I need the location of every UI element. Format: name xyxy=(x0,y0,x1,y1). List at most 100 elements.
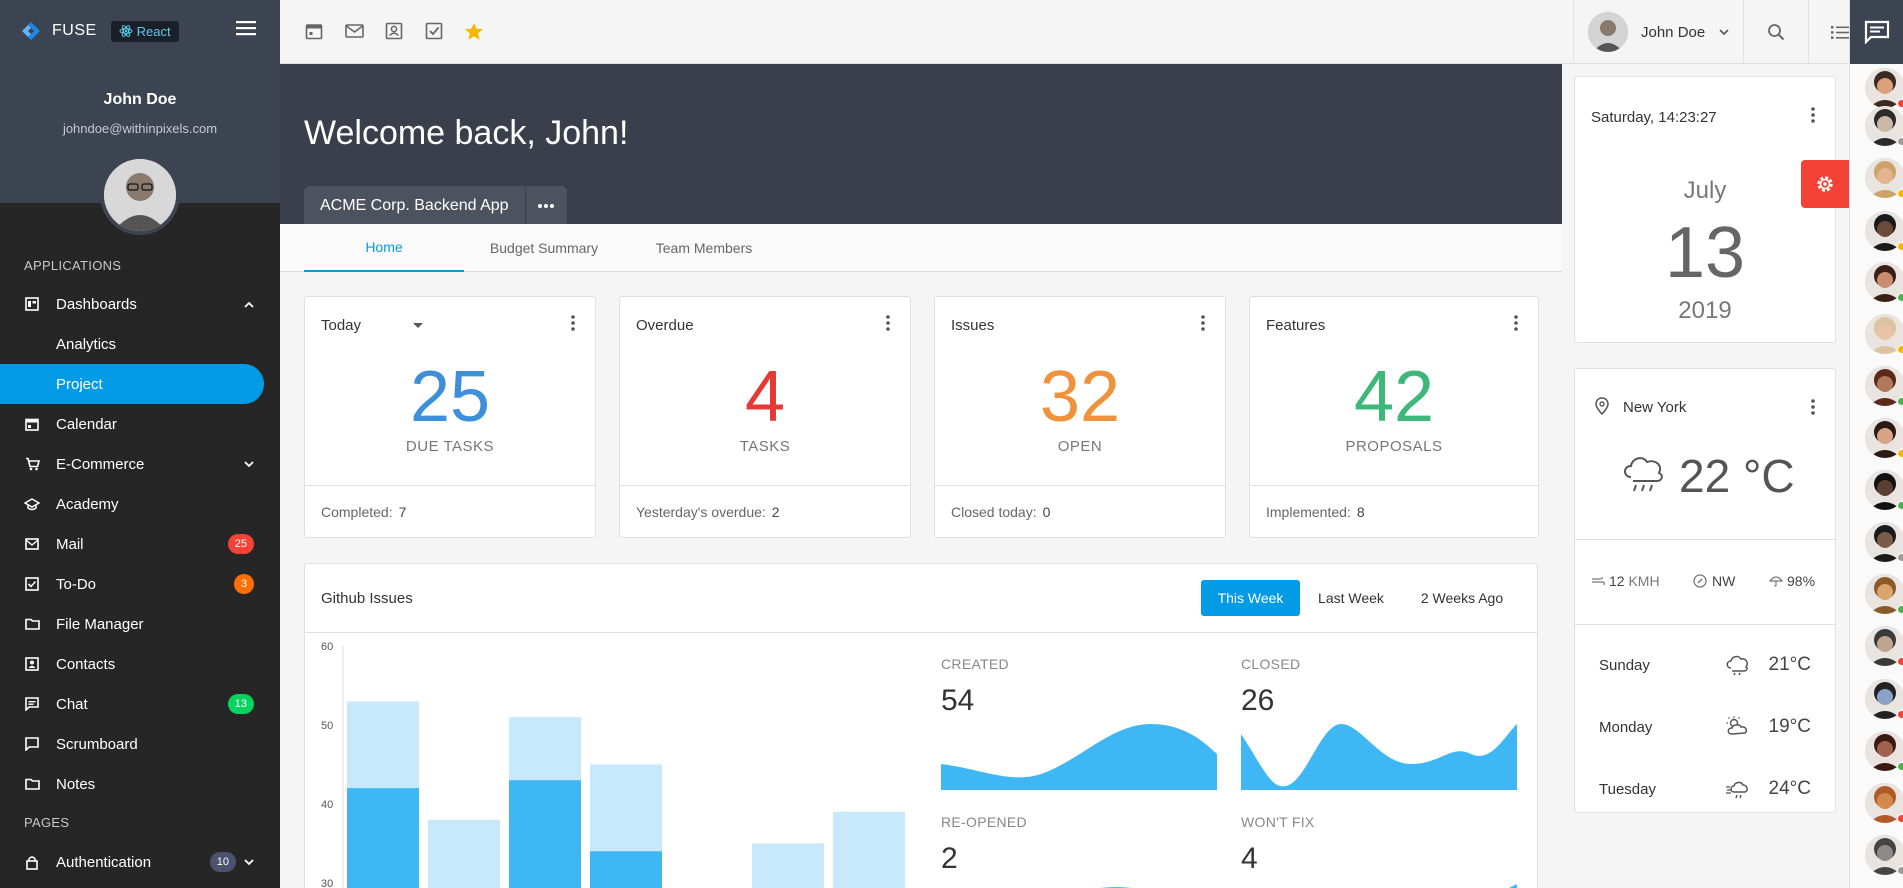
widget-issues: Issues 32 OPEN Closed today: 0 xyxy=(934,296,1226,538)
contacts-shortcut[interactable] xyxy=(385,22,403,40)
sidebar-avatar xyxy=(100,155,180,235)
auth-count-badge: 10 xyxy=(209,852,236,872)
more-vertical-icon xyxy=(886,315,890,331)
nav-project[interactable]: Project xyxy=(0,364,264,404)
nav-analytics-label: Analytics xyxy=(56,335,117,353)
status-dot xyxy=(1897,866,1903,875)
nav-calendar[interactable]: Calendar xyxy=(0,404,264,444)
calendar-icon xyxy=(305,24,323,40)
date-year: 2019 xyxy=(1678,297,1732,324)
footer-value: 7 xyxy=(398,503,407,520)
forecast-temp: 21°C xyxy=(1768,654,1811,675)
tab-team-members[interactable]: Team Members xyxy=(624,224,784,272)
footer-label: Yesterday's overdue: xyxy=(636,503,766,520)
project-more-button[interactable] xyxy=(524,186,567,226)
forecast-sunday: Sunday 21°C xyxy=(1599,645,1811,685)
nav-scrumboard[interactable]: Scrumboard xyxy=(0,724,264,764)
y-tick-label: 60 xyxy=(321,641,333,653)
project-selector[interactable]: ACME Corp. Backend App xyxy=(304,186,567,226)
folder-icon xyxy=(24,616,40,632)
status-dot xyxy=(1897,242,1903,251)
nav-mail[interactable]: Mail 25 xyxy=(0,524,264,564)
y-tick-label: 50 xyxy=(321,720,333,732)
note-icon xyxy=(24,776,40,792)
search-button[interactable] xyxy=(1743,0,1808,64)
weather-widget-menu[interactable] xyxy=(1811,399,1815,415)
nav-ecommerce[interactable]: E-Commerce xyxy=(0,444,264,484)
welcome-title: Welcome back, John! xyxy=(304,114,629,152)
stat-created-value: 54 xyxy=(941,684,975,717)
nav-file-manager[interactable]: File Manager xyxy=(0,604,264,644)
status-dot xyxy=(1897,449,1903,458)
nav-academy[interactable]: Academy xyxy=(0,484,264,524)
widget-features-menu[interactable] xyxy=(1514,315,1518,331)
tab-home[interactable]: Home xyxy=(304,224,464,272)
nav-todo-label: To-Do xyxy=(56,575,97,593)
stat-wontfix-value: 4 xyxy=(1241,842,1258,875)
status-dot xyxy=(1897,710,1903,719)
favorites-button[interactable] xyxy=(464,22,484,41)
widget-features-title: Features xyxy=(1266,317,1326,334)
stat-created-label: CREATED xyxy=(941,656,1009,672)
user-menu-button[interactable]: John Doe xyxy=(1573,0,1743,64)
calendar-shortcut[interactable] xyxy=(305,22,323,40)
nav-ecommerce-label: E-Commerce xyxy=(56,455,145,473)
menu-toggle-button[interactable] xyxy=(236,20,256,36)
range-2-weeks-ago-button[interactable]: 2 Weeks Ago xyxy=(1402,580,1522,616)
nav-analytics[interactable]: Analytics xyxy=(0,324,264,364)
status-dot xyxy=(1897,605,1903,614)
widget-today-menu[interactable] xyxy=(571,315,575,331)
chat-toggle-button[interactable] xyxy=(1850,0,1903,64)
bar-closed xyxy=(347,788,419,888)
todo-shortcut[interactable] xyxy=(425,22,443,40)
footer-value: 8 xyxy=(1356,503,1365,520)
sidebar: FUSE React John Doe johndoe@withinpixels… xyxy=(0,0,280,888)
nav-notes[interactable]: Notes xyxy=(0,764,264,804)
range-last-week-button[interactable]: Last Week xyxy=(1308,580,1394,616)
checkbox-icon xyxy=(425,22,443,40)
status-dot xyxy=(1897,501,1903,510)
wind-unit: KMH xyxy=(1628,573,1660,589)
date-widget-menu[interactable] xyxy=(1811,107,1815,123)
more-vertical-icon xyxy=(1811,399,1815,415)
nav-todo[interactable]: To-Do 3 xyxy=(0,564,264,604)
tab-budget-summary[interactable]: Budget Summary xyxy=(464,224,624,272)
nav-chat[interactable]: Chat 13 xyxy=(0,684,264,724)
section-pages: PAGES xyxy=(24,815,70,830)
widget-issues-menu[interactable] xyxy=(1201,315,1205,331)
chat-icon xyxy=(1864,20,1890,44)
widget-overdue-menu[interactable] xyxy=(886,315,890,331)
nav-authentication-label: Authentication xyxy=(56,853,152,871)
mail-shortcut[interactable] xyxy=(345,22,364,40)
widget-today-select[interactable]: Today xyxy=(321,317,424,334)
weather-city: New York xyxy=(1623,399,1687,416)
chat-icon xyxy=(24,696,40,712)
nav-contacts-label: Contacts xyxy=(56,655,116,673)
settings-button[interactable] xyxy=(1801,160,1849,208)
forecast-temp: 19°C xyxy=(1768,716,1811,737)
logo: FUSE React xyxy=(20,20,179,42)
widget-overdue-value: 4 xyxy=(744,357,786,437)
more-vertical-icon xyxy=(571,315,575,331)
date-month: July xyxy=(1683,177,1727,204)
react-badge-label: React xyxy=(136,23,171,39)
range-this-week-button[interactable]: This Week xyxy=(1201,580,1300,616)
hamburger-icon xyxy=(236,21,256,36)
widget-today-title: Today xyxy=(321,317,362,334)
person-avatar-icon xyxy=(1588,12,1628,52)
bar-total xyxy=(428,819,500,888)
chevron-down-icon xyxy=(244,858,254,865)
humidity: 98% xyxy=(1769,573,1815,589)
weather-widget: New York 22 °C 12 KMH NW 98% Sunday 21°C… xyxy=(1574,368,1836,813)
nav-dashboards-label: Dashboards xyxy=(56,295,137,313)
forecast-monday: Monday 19°C xyxy=(1599,707,1811,747)
sidebar-user-name: John Doe xyxy=(103,91,177,108)
stat-wontfix: WON'T FIX 4 xyxy=(1241,814,1531,876)
widget-features: Features 42 PROPOSALS Implemented: 8 xyxy=(1249,296,1539,538)
nav-authentication[interactable]: Authentication 10 xyxy=(0,842,264,882)
nav-dashboards[interactable]: Dashboards xyxy=(0,284,264,324)
nav-contacts[interactable]: Contacts xyxy=(0,644,264,684)
brand-name: FUSE xyxy=(52,22,97,39)
wind-icon xyxy=(1592,576,1605,586)
calendar-icon xyxy=(24,416,40,432)
